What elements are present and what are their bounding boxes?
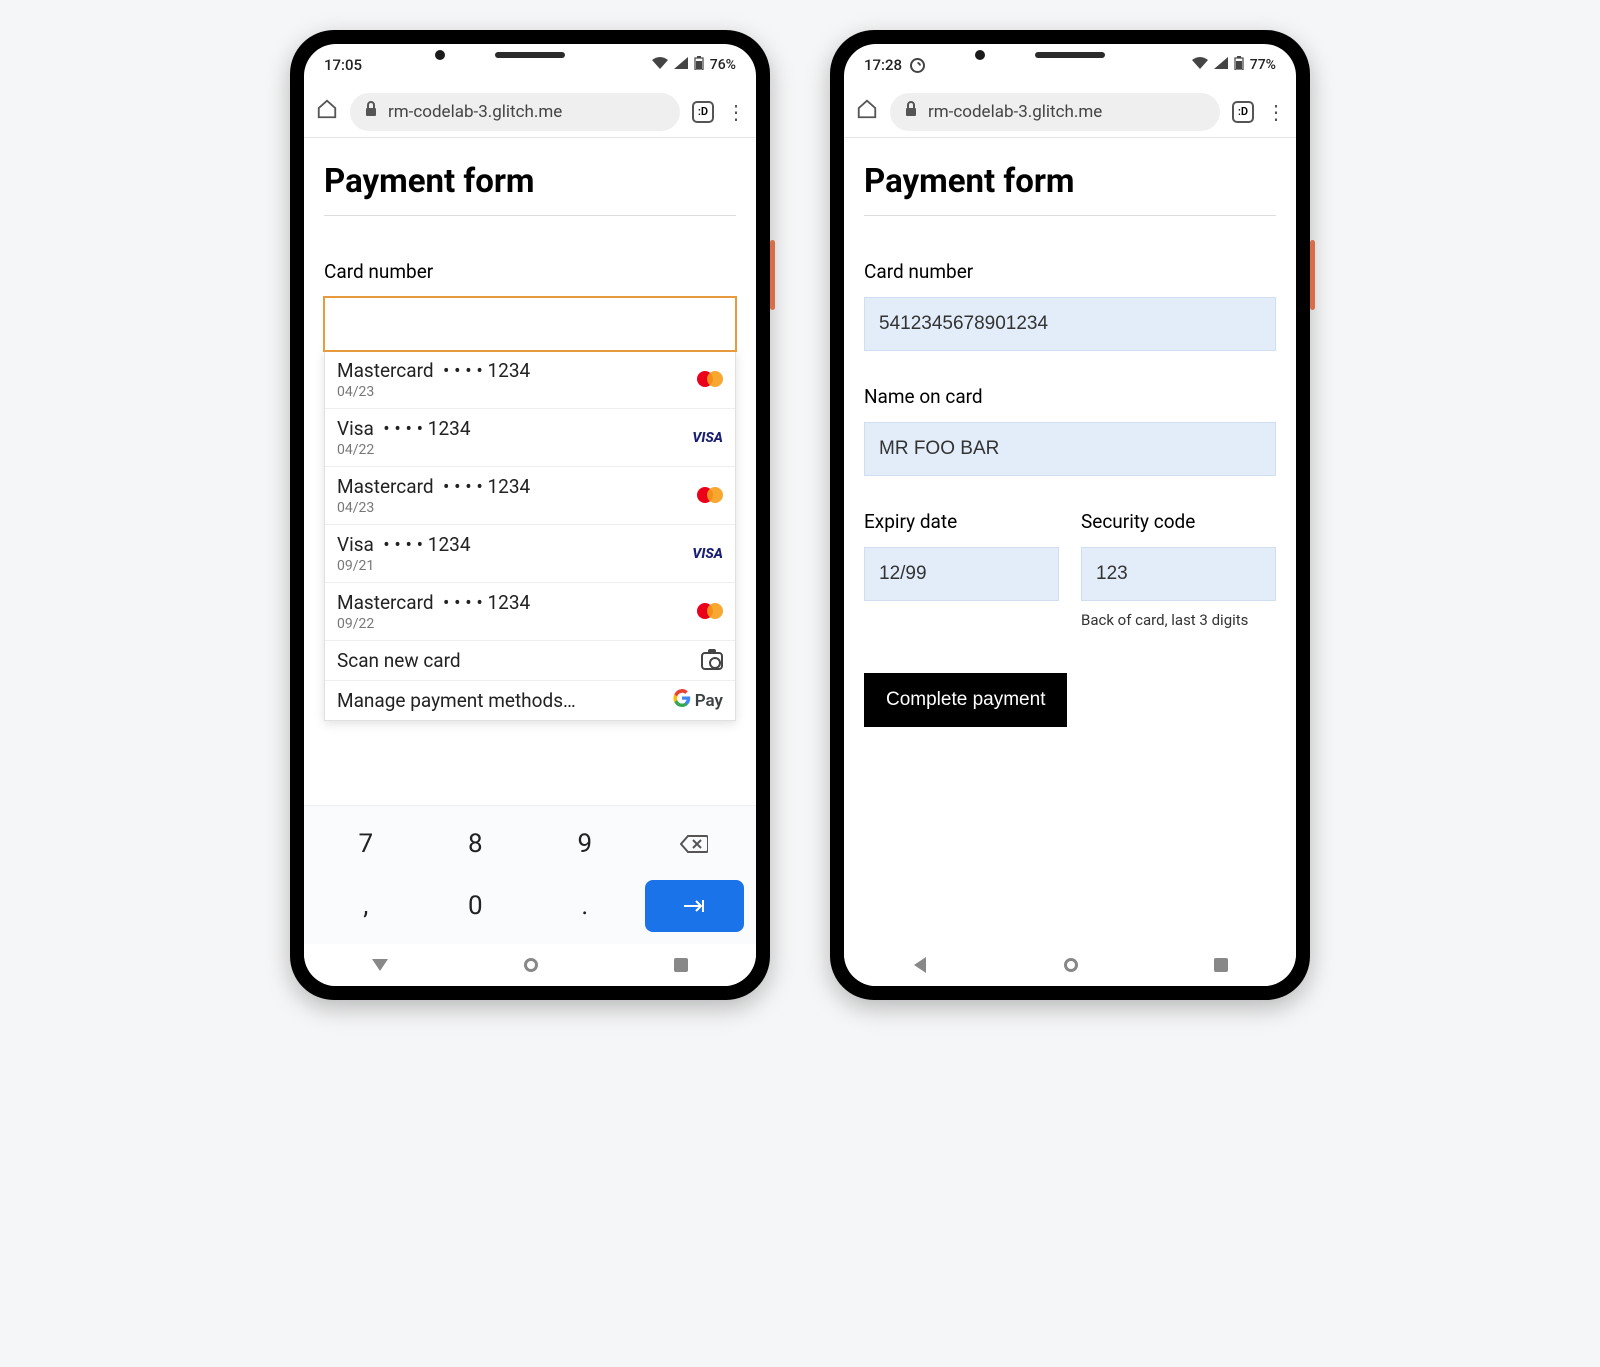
- expiry-input[interactable]: [864, 547, 1059, 601]
- key-next[interactable]: [645, 880, 745, 932]
- autofill-card-row[interactable]: Mastercard • • • • 1234 09/22: [325, 583, 735, 641]
- home-icon[interactable]: [856, 98, 878, 126]
- card-expiry: 04/23: [337, 500, 530, 516]
- mastercard-icon: [697, 487, 723, 505]
- card-expiry: 04/22: [337, 442, 471, 458]
- page-content: Payment form Card number Name on card Ex…: [844, 138, 1296, 944]
- key-backspace[interactable]: [645, 818, 745, 870]
- page-content: Payment form Card number Mastercard • • …: [304, 138, 756, 805]
- wifi-icon: [652, 57, 668, 73]
- screen-left: 17:05 76%: [304, 44, 756, 986]
- autofill-card-row[interactable]: Mastercard • • • • 1234 04/23: [325, 467, 735, 525]
- card-expiry: 09/22: [337, 616, 530, 632]
- battery-percent: 77%: [1250, 57, 1276, 73]
- key-0[interactable]: 0: [426, 880, 526, 932]
- nav-recents-icon[interactable]: [674, 958, 688, 972]
- battery-icon: [1234, 56, 1244, 74]
- lock-icon: [904, 101, 918, 122]
- card-number-input[interactable]: [864, 297, 1276, 351]
- clock: 17:28: [864, 56, 902, 74]
- scan-card-row[interactable]: Scan new card: [325, 641, 735, 681]
- front-camera: [435, 50, 445, 60]
- card-number-field: Card number: [864, 260, 1276, 351]
- url-text: rm-codelab-3.glitch.me: [388, 102, 562, 122]
- tab-switcher[interactable]: :D: [692, 101, 714, 123]
- menu-icon[interactable]: ⋮: [726, 100, 744, 124]
- submit-button[interactable]: Complete payment: [864, 673, 1067, 727]
- autofill-card-row[interactable]: Visa • • • • 1234 09/21 VISA: [325, 525, 735, 583]
- url-text: rm-codelab-3.glitch.me: [928, 102, 1102, 122]
- visa-icon: VISA: [692, 546, 723, 562]
- nav-recents-icon[interactable]: [1214, 958, 1228, 972]
- nav-home-icon[interactable]: [524, 958, 538, 972]
- mastercard-icon: [697, 603, 723, 621]
- status-bar: 17:28 77%: [844, 44, 1296, 86]
- cvc-field: Security code Back of card, last 3 digit…: [1081, 510, 1276, 629]
- front-camera: [975, 50, 985, 60]
- phone-left: 17:05 76%: [290, 30, 770, 1000]
- android-nav-bar: [304, 944, 756, 986]
- page-title: Payment form: [864, 162, 1276, 216]
- visa-icon: VISA: [692, 430, 723, 446]
- data-saver-icon: [910, 58, 925, 73]
- autofill-dropdown: Mastercard • • • • 1234 04/23 Visa • • •…: [324, 351, 736, 721]
- signal-icon: [1214, 57, 1228, 73]
- signal-icon: [674, 57, 688, 73]
- wifi-icon: [1192, 57, 1208, 73]
- key-7[interactable]: 7: [316, 818, 416, 870]
- name-field: Name on card: [864, 385, 1276, 476]
- expiry-label: Expiry date: [864, 510, 1059, 533]
- nav-home-icon[interactable]: [1064, 958, 1078, 972]
- menu-icon[interactable]: ⋮: [1266, 100, 1284, 124]
- autofill-card-row[interactable]: Visa • • • • 1234 04/22 VISA: [325, 409, 735, 467]
- camera-icon: [701, 652, 723, 670]
- page-title: Payment form: [324, 162, 736, 216]
- cvc-input[interactable]: [1081, 547, 1276, 601]
- manage-payments-row[interactable]: Manage payment methods… Pay: [325, 681, 735, 720]
- android-nav-bar: [844, 944, 1296, 986]
- name-label: Name on card: [864, 385, 1276, 408]
- gpay-icon: Pay: [673, 689, 723, 712]
- battery-percent: 76%: [710, 57, 736, 73]
- speaker-grille: [1035, 52, 1105, 58]
- card-expiry: 04/23: [337, 384, 530, 400]
- card-number-field: Card number: [324, 260, 736, 351]
- nav-back-icon[interactable]: [372, 959, 388, 971]
- status-bar: 17:05 76%: [304, 44, 756, 86]
- key-9[interactable]: 9: [535, 818, 635, 870]
- key-period[interactable]: .: [535, 880, 635, 932]
- card-number-label: Card number: [324, 260, 736, 283]
- url-bar[interactable]: rm-codelab-3.glitch.me: [890, 93, 1220, 131]
- card-number-label: Card number: [864, 260, 1276, 283]
- url-bar[interactable]: rm-codelab-3.glitch.me: [350, 93, 680, 131]
- name-input[interactable]: [864, 422, 1276, 476]
- clock: 17:05: [324, 56, 362, 74]
- card-number-input[interactable]: [324, 297, 736, 351]
- mastercard-icon: [697, 371, 723, 389]
- card-expiry: 09/21: [337, 558, 471, 574]
- cvc-help-text: Back of card, last 3 digits: [1081, 611, 1276, 629]
- nav-back-icon[interactable]: [914, 957, 926, 973]
- home-icon[interactable]: [316, 98, 338, 126]
- lock-icon: [364, 101, 378, 122]
- speaker-grille: [495, 52, 565, 58]
- phone-right: 17:28 77%: [830, 30, 1310, 1000]
- screen-right: 17:28 77%: [844, 44, 1296, 986]
- battery-icon: [694, 56, 704, 74]
- browser-toolbar: rm-codelab-3.glitch.me :D ⋮: [304, 86, 756, 138]
- tab-switcher[interactable]: :D: [1232, 101, 1254, 123]
- autofill-card-row[interactable]: Mastercard • • • • 1234 04/23: [325, 351, 735, 409]
- numeric-keyboard: 7 8 9 , 0 .: [304, 805, 756, 944]
- cvc-label: Security code: [1081, 510, 1276, 533]
- key-8[interactable]: 8: [426, 818, 526, 870]
- key-comma[interactable]: ,: [316, 880, 416, 932]
- expiry-field: Expiry date: [864, 510, 1059, 629]
- browser-toolbar: rm-codelab-3.glitch.me :D ⋮: [844, 86, 1296, 138]
